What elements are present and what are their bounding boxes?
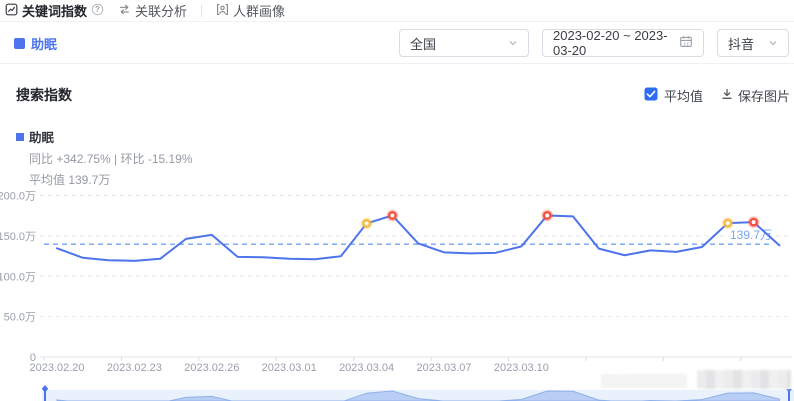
date-range-picker[interactable]: 2023-02-20 ~ 2023-03-20 (542, 29, 704, 57)
keyword-index-page: 关键词指数 ? 关联分析 人群画像 助眠 全国 (0, 0, 794, 401)
region-select-value: 全国 (410, 34, 436, 53)
tab-separator (201, 5, 202, 17)
x-tick-label: 2023.03.07 (416, 362, 471, 374)
keyword-chip[interactable]: 助眠 (14, 34, 57, 53)
platform-select-value: 抖音 (728, 34, 754, 53)
x-tick-label: 2023.02.20 (29, 362, 84, 374)
hot-point-marker[interactable] (544, 212, 550, 218)
filter-right-controls: 全国 2023-02-20 ~ 2023-03-20 抖音 (399, 29, 789, 57)
search-index-header: 搜索指数 平均值 保存图片 (0, 85, 794, 105)
average-checkbox-label: 平均值 (664, 86, 703, 105)
tab-audience-portrait[interactable]: 人群画像 (216, 1, 285, 20)
section-divider (0, 63, 794, 64)
checkbox-check-icon (644, 87, 658, 104)
y-tick-label: 100.0万 (0, 271, 36, 283)
keyword-color-swatch (14, 38, 25, 49)
hot-point-marker[interactable] (750, 219, 756, 225)
warm-point-marker[interactable] (363, 220, 369, 226)
chevron-down-icon (508, 36, 518, 51)
region-select[interactable]: 全国 (399, 29, 529, 57)
keyword-index-icon (5, 3, 18, 19)
tab-keyword-index-label: 关键词指数 (22, 1, 87, 20)
x-tick-label: 2023.03.04 (339, 362, 394, 374)
hot-point-marker[interactable] (389, 212, 395, 218)
keyword-chip-label: 助眠 (31, 34, 57, 53)
top-tab-bar: 关键词指数 ? 关联分析 人群画像 (0, 0, 794, 22)
x-tick-label: 2023.03.10 (494, 362, 549, 374)
average-line-label: 139.7万 (730, 228, 772, 242)
y-tick-label: 50.0万 (4, 312, 36, 324)
legend-compare-stats: 同比 +342.75% | 环比 -15.19% (29, 152, 794, 167)
redaction-overlay-gray (601, 374, 687, 388)
save-image-button[interactable]: 保存图片 (721, 86, 790, 105)
x-tick-label: 2023.02.23 (107, 362, 162, 374)
x-tick-label: 2023.02.26 (184, 362, 239, 374)
y-tick-label: 200.0万 (0, 191, 36, 203)
relation-icon (118, 3, 131, 19)
section-title: 搜索指数 (16, 85, 72, 105)
save-image-label: 保存图片 (738, 86, 790, 105)
filter-controls-row: 助眠 全国 2023-02-20 ~ 2023-03-20 抖音 (0, 29, 794, 57)
legend-series-name: 助眠 (29, 127, 54, 146)
svg-text:?: ? (95, 5, 100, 14)
average-checkbox[interactable]: 平均值 (644, 86, 703, 105)
chevron-down-icon (768, 36, 778, 51)
platform-select[interactable]: 抖音 (717, 29, 789, 57)
help-icon[interactable]: ? (91, 3, 104, 19)
trend-line (57, 215, 779, 260)
warm-point-marker[interactable] (725, 220, 731, 226)
x-tick-label: 2023.03.01 (262, 362, 317, 374)
series-legend: 助眠 同比 +342.75% | 环比 -15.19% 平均值 139.7万 (16, 127, 794, 188)
tab-keyword-index[interactable]: 关键词指数 ? (5, 1, 104, 20)
tab-audience-portrait-label: 人群画像 (233, 1, 285, 20)
y-tick-label: 150.0万 (0, 231, 36, 243)
section-actions: 平均值 保存图片 (644, 86, 790, 105)
legend-color-swatch (16, 133, 24, 141)
tab-related-analysis-label: 关联分析 (135, 1, 187, 20)
date-range-value: 2023-02-20 ~ 2023-03-20 (553, 28, 671, 58)
redaction-overlay-mottled (697, 370, 791, 389)
tab-related-analysis[interactable]: 关联分析 (118, 1, 187, 20)
portrait-icon (216, 3, 229, 19)
legend-series[interactable]: 助眠 (16, 127, 794, 146)
download-icon (721, 88, 733, 103)
calendar-icon (679, 35, 693, 51)
